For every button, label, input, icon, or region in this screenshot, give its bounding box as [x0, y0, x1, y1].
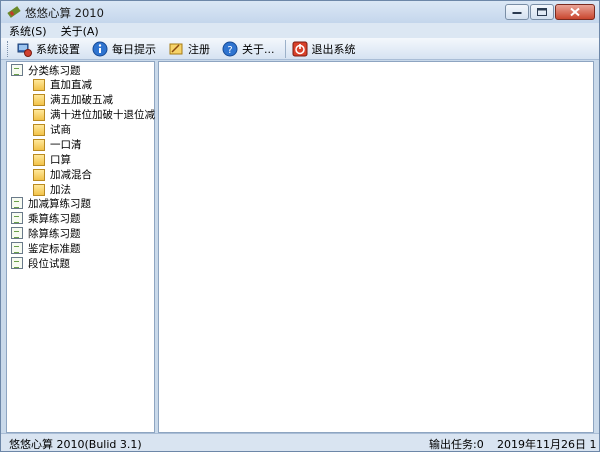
category-tree: 分类练习题 直加直减 满五加破五减 满十进位加破十退位减 试商 一口清 口算 加…	[6, 61, 155, 433]
folder-icon	[33, 154, 45, 166]
settings-label: 系统设置	[36, 42, 80, 56]
document-icon	[11, 257, 23, 269]
minimize-icon	[512, 12, 522, 14]
menu-bar: 系统(S) 关于(A)	[1, 23, 599, 38]
status-output-tasks: 输出任务:0	[429, 438, 484, 451]
register-label: 注册	[188, 42, 210, 56]
exit-label: 退出系统	[311, 42, 356, 56]
folder-icon	[33, 184, 45, 196]
register-button[interactable]: 注册	[168, 41, 210, 57]
close-icon	[570, 7, 580, 17]
settings-icon	[17, 43, 32, 57]
tree-child-item[interactable]: 直加直减	[33, 77, 92, 91]
register-icon	[169, 43, 183, 54]
daily-tip-label: 每日提示	[112, 42, 156, 56]
tree-item-label: 段位试题	[28, 257, 70, 270]
content-panel[interactable]	[158, 61, 594, 433]
tree-item-label: 分类练习题	[28, 64, 81, 77]
tree-item-standard-test[interactable]: 鉴定标准题	[11, 241, 81, 255]
tree-child-item[interactable]: 口算	[33, 152, 71, 166]
tree-child-item[interactable]: 加法	[33, 182, 71, 196]
status-app-version: 悠悠心算 2010(Bulid 3.1)	[9, 438, 142, 451]
status-bar: 悠悠心算 2010(Bulid 3.1) 输出任务:0 2019年11月26日 …	[1, 433, 599, 451]
tree-item-label: 乘算练习题	[28, 212, 81, 225]
maximize-button[interactable]	[530, 4, 554, 20]
tree-child-item[interactable]: 满十进位加破十退位减	[33, 107, 155, 121]
tree-item-category-practice[interactable]: 分类练习题	[11, 63, 81, 77]
window-controls	[504, 4, 595, 21]
tree-item-label: 加减混合	[50, 168, 92, 181]
folder-icon	[33, 109, 45, 121]
document-icon	[11, 197, 23, 209]
tree-item-division[interactable]: 除算练习题	[11, 226, 81, 240]
menu-system[interactable]: 系统(S)	[9, 23, 47, 39]
toolbar: 系统设置 每日提示 注册 ? 关于... 退出系统	[1, 38, 599, 60]
tree-child-item[interactable]: 一口清	[33, 137, 82, 151]
app-window: 悠悠心算 2010 系统(S) 关于(A) 系统设置 每日提示 注册 ? 关于.…	[0, 0, 600, 452]
toolbar-grip[interactable]	[7, 40, 10, 57]
exit-icon	[292, 41, 307, 56]
folder-icon	[33, 139, 45, 151]
tree-item-label: 口算	[50, 153, 71, 166]
about-label: 关于...	[242, 42, 275, 56]
tree-item-label: 直加直减	[50, 78, 92, 91]
document-icon	[11, 212, 23, 224]
exit-button[interactable]: 退出系统	[292, 41, 356, 57]
status-datetime: 2019年11月26日 11:3	[497, 438, 597, 451]
folder-icon	[33, 79, 45, 91]
tree-item-label: 加减算练习题	[28, 197, 91, 210]
abacus-icon	[7, 6, 21, 18]
document-icon	[11, 64, 23, 76]
window-title: 悠悠心算 2010	[25, 6, 104, 20]
settings-button[interactable]: 系统设置	[16, 41, 80, 57]
daily-tip-button[interactable]: 每日提示	[92, 41, 156, 57]
help-icon: ?	[222, 41, 238, 56]
tree-item-label: 加法	[50, 183, 71, 196]
tree-item-label: 鉴定标准题	[28, 242, 81, 255]
document-icon	[11, 242, 23, 254]
menu-about[interactable]: 关于(A)	[61, 23, 99, 39]
folder-icon	[33, 94, 45, 106]
svg-text:?: ?	[227, 45, 232, 56]
folder-icon	[33, 124, 45, 136]
tree-item-label: 满五加破五减	[50, 93, 113, 106]
tree-item-multiplication[interactable]: 乘算练习题	[11, 211, 81, 225]
tree-child-item[interactable]: 满五加破五减	[33, 92, 113, 106]
minimize-button[interactable]	[505, 4, 529, 20]
tree-item-add-sub[interactable]: 加减算练习题	[11, 196, 91, 210]
tree-item-label: 试商	[50, 123, 71, 136]
tree-item-rank-test[interactable]: 段位试题	[11, 256, 70, 270]
title-bar[interactable]: 悠悠心算 2010	[1, 1, 599, 23]
toolbar-separator	[284, 39, 286, 58]
tree-item-label: 满十进位加破十退位减	[50, 108, 155, 121]
maximize-icon	[537, 8, 547, 16]
tree-child-item[interactable]: 加减混合	[33, 167, 92, 181]
close-button[interactable]	[555, 4, 595, 20]
info-icon	[92, 41, 108, 56]
document-icon	[11, 227, 23, 239]
tree-child-item[interactable]: 试商	[33, 122, 71, 136]
folder-icon	[33, 169, 45, 181]
about-button[interactable]: ? 关于...	[222, 41, 275, 57]
tree-item-label: 除算练习题	[28, 227, 81, 240]
tree-item-label: 一口清	[50, 138, 82, 151]
